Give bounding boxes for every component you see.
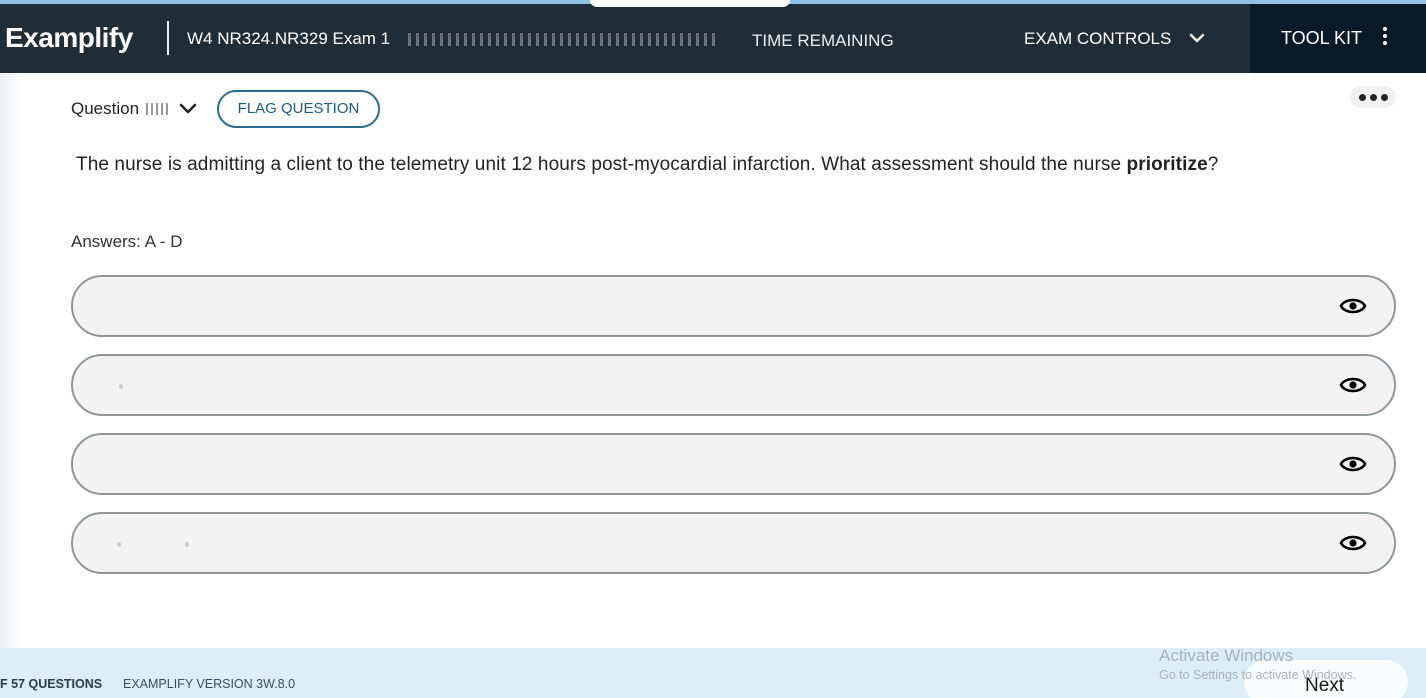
question-stem-text: The nurse is admitting a client to the t…: [76, 154, 1127, 175]
answer-option-c[interactable]: [71, 433, 1396, 495]
question-stem-emphasis: prioritize: [1126, 154, 1208, 175]
question-number-obscured: [146, 103, 168, 115]
question-count: F 57 QUESTIONS: [0, 677, 103, 691]
answer-smudge: [117, 542, 121, 547]
chevron-down-icon[interactable]: [178, 101, 198, 116]
brand-divider: [167, 21, 169, 55]
answer-smudge: [119, 384, 123, 389]
time-remaining-label: TIME REMAINING: [752, 31, 894, 50]
chevron-down-icon[interactable]: [1188, 31, 1206, 45]
app-version: EXAMPLIFY VERSION 3W.8.0: [123, 677, 296, 691]
more-icon[interactable]: [1350, 86, 1396, 108]
answer-option-d[interactable]: [71, 512, 1396, 574]
tool-kit-button[interactable]: TOOL KIT: [1250, 4, 1426, 73]
answers-label: Answers: A - D: [71, 232, 183, 251]
activate-windows-title: Activate Windows: [1159, 646, 1294, 665]
content-edge: [0, 73, 22, 648]
activate-windows-subtitle: Go to Settings to activate Windows.: [1159, 668, 1357, 682]
camera-notch: [590, 0, 790, 7]
eye-icon[interactable]: [1339, 452, 1367, 476]
eye-icon[interactable]: [1339, 294, 1367, 318]
answer-option-a[interactable]: [71, 275, 1396, 337]
exam-title-obscured: [408, 33, 718, 46]
answer-smudge: [185, 542, 189, 547]
tool-kit-label: TOOL KIT: [1281, 28, 1363, 48]
question-stem-end: ?: [1207, 154, 1219, 175]
kebab-icon: [1381, 27, 1389, 49]
question-stem: The nurse is admitting a client to the t…: [76, 153, 1218, 176]
flag-question-button[interactable]: FLAG QUESTION: [217, 90, 380, 128]
top-bar: Examplify W4 NR324.NR329 Exam 1 TIME REM…: [0, 4, 1426, 73]
exam-title: W4 NR324.NR329 Exam 1: [187, 29, 391, 48]
brand-logo: Examplify: [5, 22, 133, 53]
eye-icon[interactable]: [1339, 531, 1367, 555]
answer-option-b[interactable]: [71, 354, 1396, 416]
eye-icon[interactable]: [1339, 373, 1367, 397]
question-number-label: Question: [71, 99, 140, 118]
exam-controls-button[interactable]: EXAM CONTROLS: [1024, 29, 1171, 49]
